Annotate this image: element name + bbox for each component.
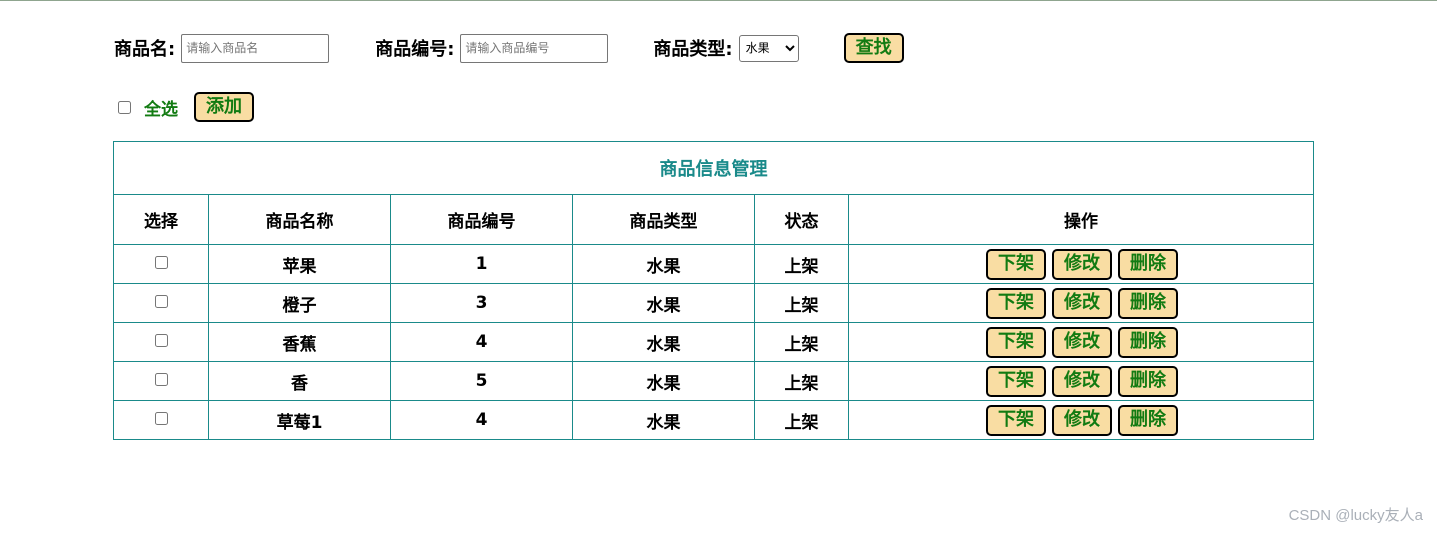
table-row: 香蕉 4 水果 上架 下架 修改 删除 <box>113 322 1315 362</box>
row-checkbox[interactable] <box>154 256 168 269</box>
cell-product-code: 5 <box>390 361 573 401</box>
cell-product-name: 苹果 <box>208 244 391 284</box>
cell-status: 上架 <box>754 244 849 284</box>
delete-button[interactable]: 删除 <box>1118 248 1179 280</box>
header-select: 选择 <box>113 194 209 245</box>
search-button[interactable]: 查找 <box>843 33 904 63</box>
delete-button[interactable]: 删除 <box>1118 326 1179 358</box>
cell-product-name: 草莓1 <box>208 400 391 440</box>
cell-product-code: 4 <box>390 400 573 440</box>
header-product-code: 商品编号 <box>390 194 573 245</box>
header-status: 状态 <box>754 194 849 245</box>
cell-product-name: 香 <box>208 361 391 401</box>
cell-status: 上架 <box>754 322 849 362</box>
header-actions: 操作 <box>847 194 1315 245</box>
cell-product-type: 水果 <box>572 361 755 401</box>
cell-status: 上架 <box>754 361 849 401</box>
cell-actions: 下架 修改 删除 <box>847 322 1315 362</box>
product-type-label: 商品类型: <box>653 39 733 60</box>
off-shelf-button[interactable]: 下架 <box>986 287 1047 319</box>
cell-product-type: 水果 <box>572 283 755 323</box>
cell-product-type: 水果 <box>572 322 755 362</box>
select-all-checkbox[interactable] <box>118 100 131 114</box>
cell-product-name: 香蕉 <box>208 322 391 362</box>
table-row: 苹果 1 水果 上架 下架 修改 删除 <box>113 244 1315 284</box>
cell-product-name: 橙子 <box>208 283 391 323</box>
add-button[interactable]: 添加 <box>194 92 254 122</box>
table-row: 草莓1 4 水果 上架 下架 修改 删除 <box>113 400 1315 440</box>
table-caption: 商品信息管理 <box>112 141 1315 195</box>
table-header-row: 选择 商品名称 商品编号 商品类型 状态 操作 <box>113 194 1315 245</box>
cell-status: 上架 <box>754 283 849 323</box>
edit-button[interactable]: 修改 <box>1052 404 1113 436</box>
cell-actions: 下架 修改 删除 <box>847 283 1315 323</box>
row-select-cell <box>113 244 209 284</box>
product-code-label: 商品编号: <box>375 39 455 60</box>
row-checkbox[interactable] <box>154 334 168 347</box>
cell-status: 上架 <box>754 400 849 440</box>
delete-button[interactable]: 删除 <box>1118 365 1179 397</box>
header-product-name: 商品名称 <box>208 194 391 245</box>
row-select-cell <box>113 283 209 323</box>
edit-button[interactable]: 修改 <box>1052 248 1113 280</box>
delete-button[interactable]: 删除 <box>1118 287 1179 319</box>
row-select-cell <box>113 400 209 440</box>
off-shelf-button[interactable]: 下架 <box>986 248 1047 280</box>
table-row: 香 5 水果 上架 下架 修改 删除 <box>113 361 1315 401</box>
cell-actions: 下架 修改 删除 <box>847 361 1315 401</box>
header-product-type: 商品类型 <box>572 194 755 245</box>
top-divider <box>0 0 1437 1</box>
cell-product-type: 水果 <box>572 244 755 284</box>
table-row: 橙子 3 水果 上架 下架 修改 删除 <box>113 283 1315 323</box>
row-select-cell <box>113 322 209 362</box>
off-shelf-button[interactable]: 下架 <box>986 404 1047 436</box>
cell-product-code: 4 <box>390 322 573 362</box>
off-shelf-button[interactable]: 下架 <box>986 365 1047 397</box>
product-code-input[interactable] <box>460 33 609 63</box>
row-checkbox[interactable] <box>154 373 168 386</box>
delete-button[interactable]: 删除 <box>1118 404 1179 436</box>
row-checkbox[interactable] <box>154 412 168 425</box>
product-name-input[interactable] <box>181 33 330 63</box>
edit-button[interactable]: 修改 <box>1052 287 1113 319</box>
cell-product-type: 水果 <box>572 400 755 440</box>
search-bar: 商品名: 商品编号: 商品类型: 水果 查找 <box>114 31 904 65</box>
edit-button[interactable]: 修改 <box>1052 365 1113 397</box>
edit-button[interactable]: 修改 <box>1052 326 1113 358</box>
cell-actions: 下架 修改 删除 <box>847 400 1315 440</box>
cell-product-code: 1 <box>390 244 573 284</box>
csdn-watermark: CSDN @lucky友人a <box>1288 507 1423 524</box>
row-select-cell <box>113 361 209 401</box>
row-checkbox[interactable] <box>154 295 168 308</box>
product-table: 商品信息管理 选择 商品名称 商品编号 商品类型 状态 操作 苹果 1 水果 上… <box>112 141 1315 440</box>
off-shelf-button[interactable]: 下架 <box>986 326 1047 358</box>
toolbar: 全选 添加 <box>114 92 254 122</box>
select-all-label[interactable]: 全选 <box>144 95 178 120</box>
product-type-select[interactable]: 水果 <box>738 34 799 62</box>
cell-product-code: 3 <box>390 283 573 323</box>
product-name-label: 商品名: <box>114 39 176 60</box>
cell-actions: 下架 修改 删除 <box>847 244 1315 284</box>
